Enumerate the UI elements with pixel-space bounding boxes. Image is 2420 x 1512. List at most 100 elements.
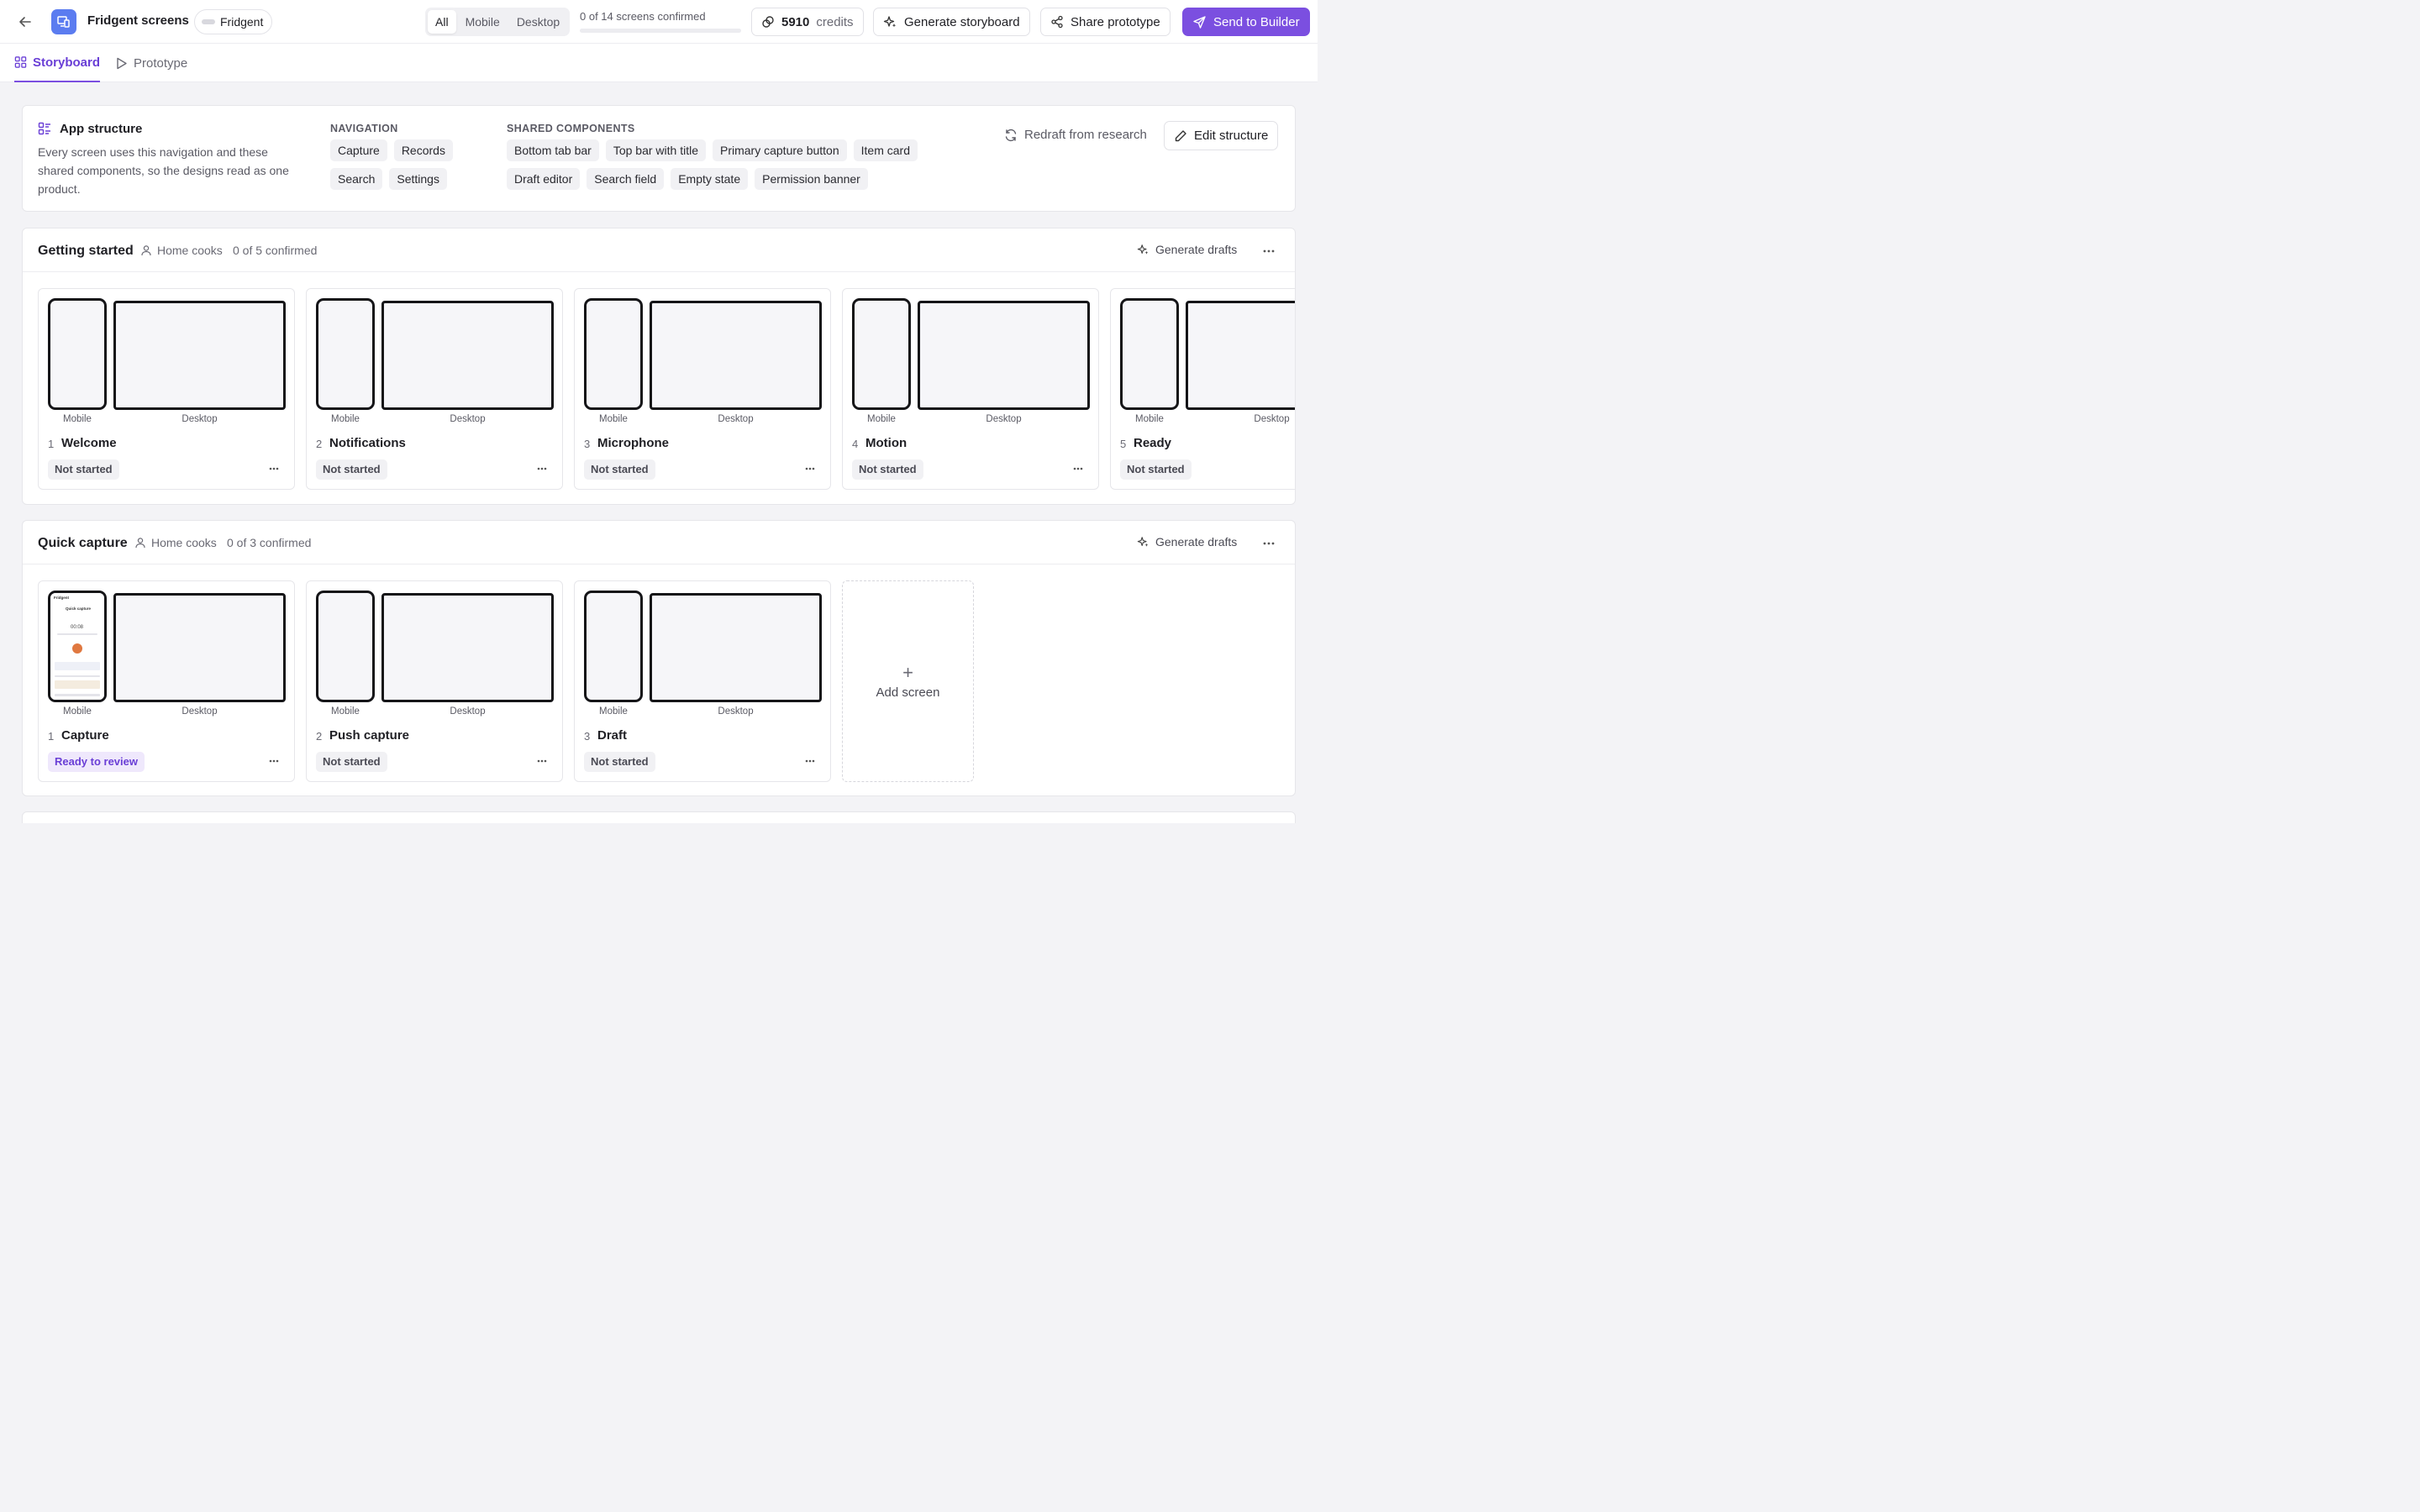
- screen-number: 2: [316, 730, 323, 743]
- desktop-frame[interactable]: [1186, 301, 1295, 410]
- more-icon[interactable]: [802, 753, 818, 769]
- screen-card[interactable]: Fridgent Quick capture 00:08 Mobile Desk…: [38, 580, 295, 782]
- nav-chip[interactable]: Settings: [389, 168, 447, 190]
- desktop-frame[interactable]: [650, 301, 822, 410]
- desktop-frame[interactable]: [381, 301, 554, 410]
- person-icon: [141, 245, 151, 256]
- screen-card[interactable]: Mobile Desktop 5 Ready Not started: [1110, 288, 1295, 490]
- brand-pill[interactable]: Fridgent: [194, 9, 273, 34]
- audience-label: Home cooks: [157, 244, 223, 257]
- more-icon[interactable]: [1260, 242, 1278, 260]
- screen-card[interactable]: Mobile Desktop 2 Notifications Not start…: [306, 288, 563, 490]
- back-arrow-icon[interactable]: [15, 12, 35, 32]
- component-chip[interactable]: Search field: [587, 168, 665, 190]
- desktop-frame[interactable]: [381, 593, 554, 702]
- component-chip[interactable]: Item card: [853, 139, 918, 161]
- desktop-frame[interactable]: [650, 593, 822, 702]
- screen-card[interactable]: Mobile Desktop 2 Push capture Not starte…: [306, 580, 563, 782]
- desktop-frame[interactable]: [113, 301, 286, 410]
- shared-components-label: SHARED COMPONENTS: [507, 123, 635, 134]
- component-chip[interactable]: Bottom tab bar: [507, 139, 599, 161]
- sparkles-icon: [1137, 536, 1149, 547]
- thumbnail-timer: 00:08: [71, 625, 84, 630]
- screen-name: Ready: [1134, 436, 1172, 450]
- app-structure-title-text: App structure: [60, 122, 143, 136]
- mobile-label: Mobile: [331, 706, 360, 717]
- send-to-builder-button[interactable]: Send to Builder: [1182, 8, 1310, 36]
- component-chip[interactable]: Empty state: [671, 168, 749, 190]
- credits-value: 5910: [781, 14, 810, 29]
- more-icon[interactable]: [1260, 534, 1278, 553]
- desktop-label: Desktop: [450, 706, 486, 717]
- more-icon[interactable]: [534, 460, 550, 477]
- filter-desktop[interactable]: Desktop: [509, 10, 567, 34]
- redraft-button[interactable]: Redraft from research: [1004, 128, 1147, 142]
- desktop-label: Desktop: [718, 706, 754, 717]
- status-badge: Not started: [852, 459, 923, 480]
- brand-name: Fridgent: [220, 15, 264, 29]
- screen-card[interactable]: Mobile Desktop 4 Motion Not started: [842, 288, 1099, 490]
- mobile-label: Mobile: [599, 414, 628, 424]
- mobile-frame[interactable]: [584, 298, 643, 410]
- mobile-thumbnail: Fridgent Quick capture 00:08: [50, 593, 104, 700]
- generate-drafts-label: Generate drafts: [1155, 243, 1238, 256]
- desktop-frame[interactable]: [918, 301, 1090, 410]
- screen-number: 1: [48, 438, 55, 450]
- device-filter: All Mobile Desktop: [425, 8, 571, 36]
- desktop-frame[interactable]: [113, 593, 286, 702]
- shared-component-chips: Bottom tab bar Top bar with title Primar…: [507, 139, 927, 190]
- section-getting-started: Getting started Home cooks 0 of 5 confir…: [22, 228, 1296, 505]
- app-structure-panel: App structure Every screen uses this nav…: [22, 105, 1296, 212]
- screen-name: Draft: [597, 728, 628, 743]
- screen-card[interactable]: Mobile Desktop 3 Draft Not started: [574, 580, 831, 782]
- more-icon[interactable]: [266, 460, 282, 477]
- component-chip[interactable]: Draft editor: [507, 168, 581, 190]
- credits-button[interactable]: 5910 credits: [751, 8, 864, 36]
- status-badge: Ready to review: [48, 752, 145, 772]
- component-chip[interactable]: Permission banner: [755, 168, 868, 190]
- component-chip[interactable]: Primary capture button: [713, 139, 847, 161]
- tab-prototype[interactable]: Prototype: [115, 44, 191, 82]
- mobile-frame[interactable]: Fridgent Quick capture 00:08: [48, 591, 107, 702]
- tab-storyboard[interactable]: Storyboard: [14, 44, 100, 82]
- more-icon[interactable]: [802, 460, 818, 477]
- nav-chip[interactable]: Search: [330, 168, 383, 190]
- generate-drafts-button[interactable]: Generate drafts: [1137, 243, 1237, 256]
- navigation-chips: Capture Records Search Settings: [330, 139, 473, 190]
- edit-structure-label: Edit structure: [1194, 129, 1269, 143]
- nav-chip[interactable]: Capture: [330, 139, 387, 161]
- mobile-frame[interactable]: [316, 298, 375, 410]
- sparkles-icon: [883, 15, 897, 27]
- mobile-frame[interactable]: [852, 298, 911, 410]
- pencil-icon: [1175, 129, 1186, 141]
- section-confirmed: 0 of 3 confirmed: [227, 536, 312, 549]
- screen-card[interactable]: Mobile Desktop 1 Welcome Not started: [38, 288, 295, 490]
- filter-all[interactable]: All: [428, 10, 456, 34]
- mobile-frame[interactable]: [316, 591, 375, 702]
- nav-chip[interactable]: Records: [393, 139, 453, 161]
- screen-card[interactable]: Mobile Desktop 3 Microphone Not started: [574, 288, 831, 490]
- edit-structure-button[interactable]: Edit structure: [1164, 121, 1279, 150]
- mobile-frame[interactable]: [1120, 298, 1179, 410]
- share-prototype-button[interactable]: Share prototype: [1040, 8, 1171, 36]
- component-chip[interactable]: Top bar with title: [605, 139, 706, 161]
- screen-number: 4: [852, 438, 859, 450]
- mobile-label: Mobile: [63, 706, 92, 717]
- add-screen-button[interactable]: + Add screen: [842, 580, 974, 782]
- play-icon: [117, 57, 127, 69]
- tab-storyboard-label: Storyboard: [32, 55, 100, 70]
- more-icon[interactable]: [266, 753, 282, 769]
- desktop-label: Desktop: [182, 706, 218, 717]
- more-icon[interactable]: [534, 753, 550, 769]
- desktop-label: Desktop: [450, 414, 486, 424]
- filter-mobile[interactable]: Mobile: [458, 10, 508, 34]
- status-badge: Not started: [316, 752, 387, 772]
- mobile-frame[interactable]: [584, 591, 643, 702]
- mobile-frame[interactable]: [48, 298, 107, 410]
- credits-label: credits: [816, 14, 854, 29]
- more-icon[interactable]: [1070, 460, 1086, 477]
- generate-drafts-button[interactable]: Generate drafts: [1137, 535, 1237, 549]
- generate-storyboard-button[interactable]: Generate storyboard: [873, 8, 1030, 36]
- screen-name: Push capture: [329, 728, 410, 743]
- section-audience: Home cooks: [134, 536, 217, 549]
